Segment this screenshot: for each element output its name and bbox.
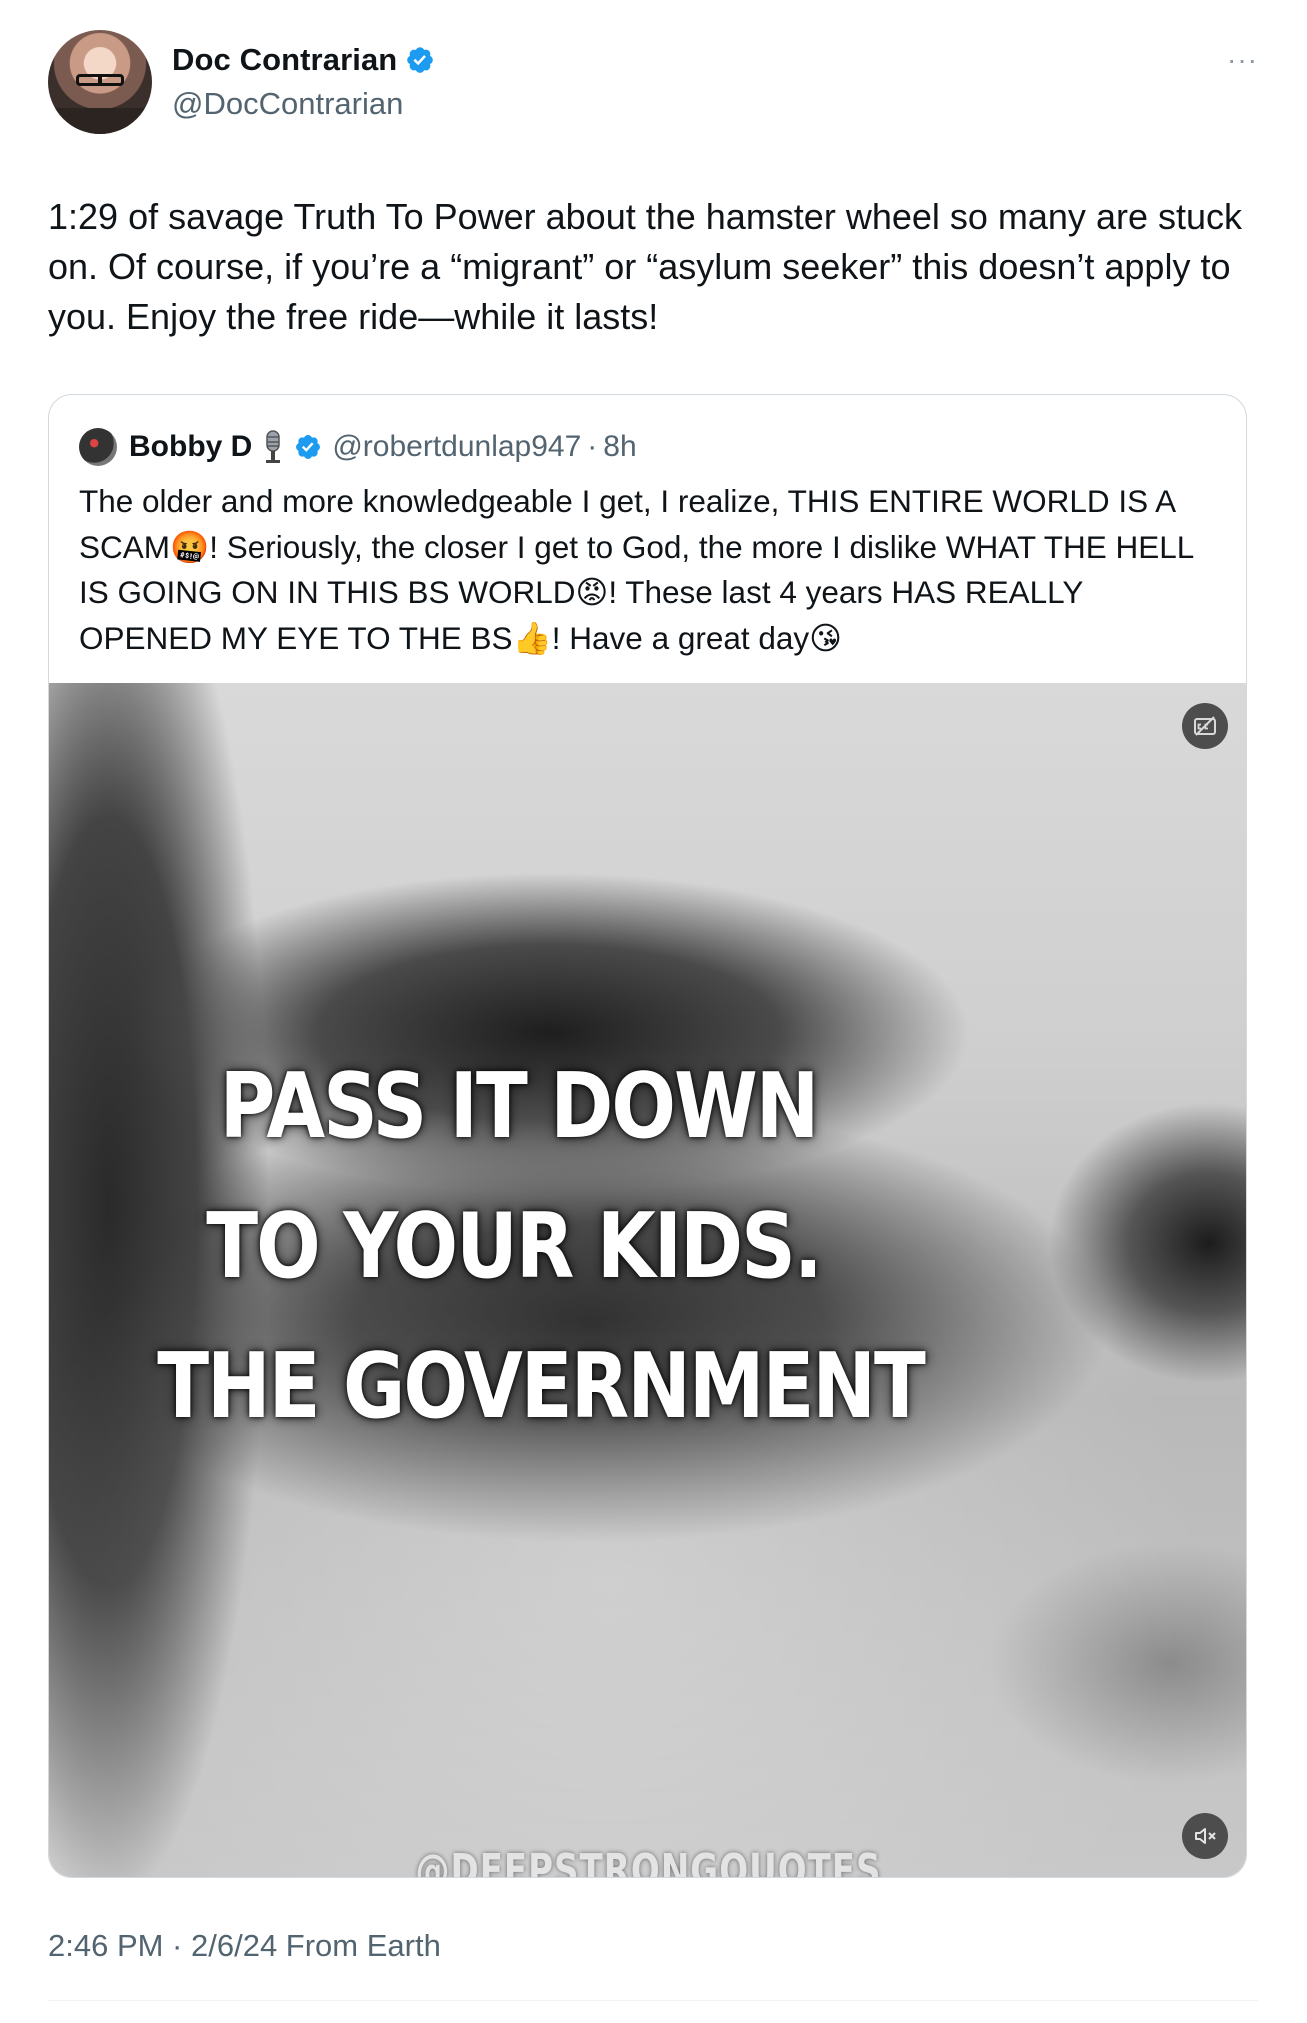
divider: [48, 2000, 1258, 2001]
author-name-row: Doc Contrarian: [172, 42, 435, 78]
quote-text: The older and more knowledgeable I get, …: [79, 483, 1194, 656]
quote-verified-badge-icon: [296, 435, 321, 459]
quote-timestamp[interactable]: 8h: [603, 430, 636, 464]
video-caption-line-2: TO YOUR KIDS.: [206, 1192, 822, 1299]
quote-author-handle: @robertdunlap947: [332, 430, 582, 463]
tweet-text: 1:29 of savage Truth To Power about the …: [48, 196, 1242, 337]
microphone-icon: [266, 430, 281, 463]
quote-video[interactable]: PASS IT DOWN TO YOUR KIDS. THE GOVERNMEN…: [49, 683, 1246, 1878]
tweet-metadata[interactable]: 2:46 PM · 2/6/24 From Earth: [48, 1928, 441, 1964]
verified-badge-icon: [407, 47, 434, 73]
quote-header: Bobby D @robertdunlap947 · 8h: [79, 425, 637, 469]
quote-author-name: Bobby D: [129, 430, 253, 463]
mute-icon: [1195, 1828, 1216, 1844]
video-caption-line-3: THE GOVERNMENT: [157, 1332, 926, 1439]
quote-separator: ·: [587, 430, 598, 463]
author-avatar[interactable]: [48, 30, 152, 134]
avatar-shirt: [48, 108, 152, 134]
author-handle[interactable]: @DocContrarian: [172, 86, 403, 122]
captions-off-icon: [1194, 716, 1216, 736]
tweet-header: Doc Contrarian @DocContrarian ···: [48, 30, 1258, 140]
more-options-icon[interactable]: ···: [1227, 44, 1258, 76]
video-watermark: @DEEPSTRONGQUOTES: [415, 1845, 882, 1878]
quote-avatar: [79, 428, 117, 466]
captions-off-button[interactable]: [1182, 703, 1228, 749]
quoted-tweet[interactable]: Bobby D @robertdunlap947 · 8h The older …: [48, 394, 1247, 1878]
mute-button[interactable]: [1182, 1813, 1228, 1859]
avatar-glasses: [76, 74, 124, 86]
video-caption-line-1: PASS IT DOWN: [219, 1052, 820, 1159]
author-name[interactable]: Doc Contrarian: [172, 42, 397, 78]
